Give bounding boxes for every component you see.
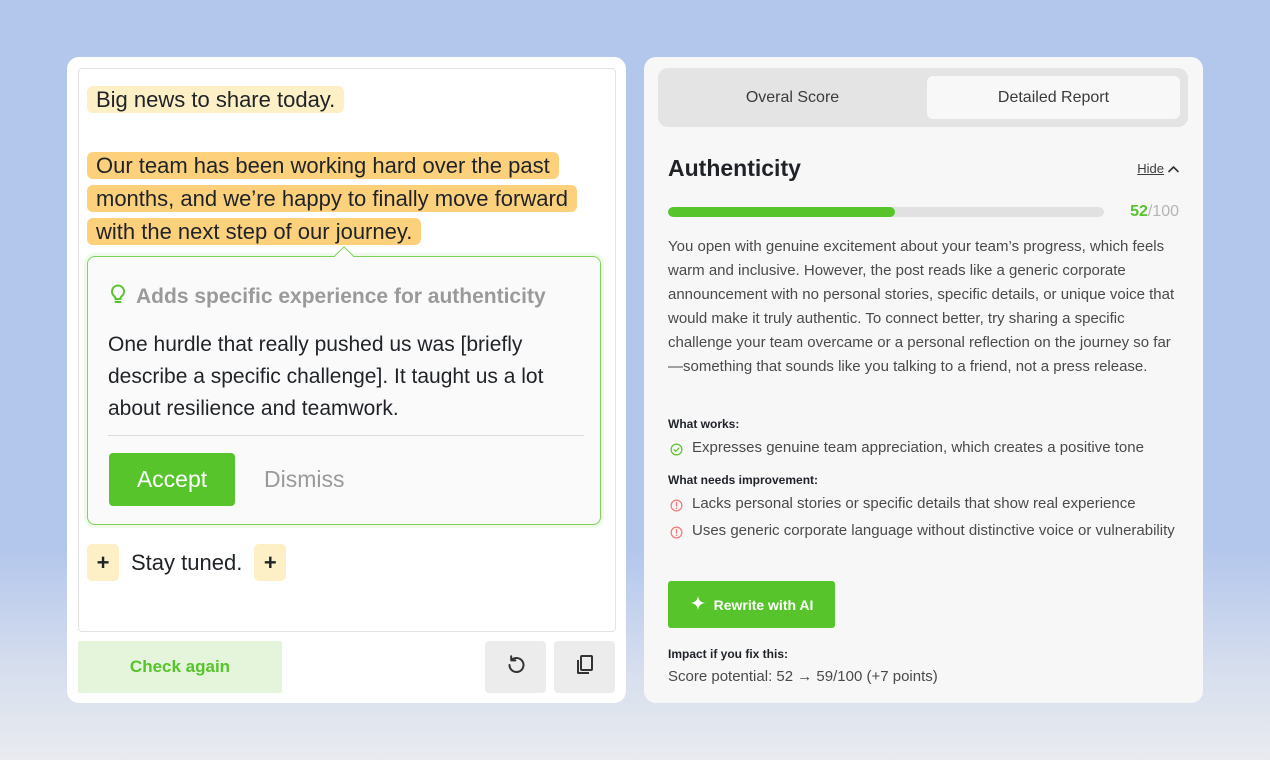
report-description: You open with genuine excitement about y…: [668, 238, 1175, 375]
tab-overall-score[interactable]: Overal Score: [666, 76, 919, 119]
alert-circle-icon: [670, 519, 684, 546]
what-works-heading: What works:: [668, 417, 740, 431]
improvement-item-text: Uses generic corporate language without …: [692, 522, 1175, 539]
score-progress-bar: [668, 207, 1104, 217]
improvement-item-text: Lacks personal stories or specific detai…: [692, 495, 1136, 512]
suggestion-popover: Adds specific experience for authenticit…: [87, 246, 601, 525]
suggestion-divider: [108, 435, 584, 436]
lightbulb-icon: [108, 283, 128, 310]
suggestion-title: Adds specific experience for authenticit…: [136, 284, 546, 308]
improvement-item: Lacks personal stories or specific detai…: [670, 492, 1180, 519]
rewrite-with-ai-button[interactable]: Rewrite with AI: [668, 581, 835, 628]
accept-button[interactable]: Accept: [109, 453, 235, 506]
suggestion-text: One hurdle that really pushed us was [br…: [108, 333, 544, 420]
hide-label: Hide: [1137, 161, 1164, 176]
closing-text[interactable]: Stay tuned.: [129, 550, 244, 576]
works-item: Expresses genuine team appreciation, whi…: [670, 436, 1180, 463]
sparkle-icon: [690, 595, 706, 614]
needs-improvement-heading: What needs improvement:: [668, 473, 819, 487]
closing-line: + Stay tuned. +: [87, 544, 287, 581]
check-again-button[interactable]: Check again: [78, 641, 282, 693]
paragraph-intro[interactable]: Big news to share today.: [87, 83, 607, 116]
score-max: /100: [1147, 203, 1179, 220]
undo-icon: [504, 653, 528, 682]
check-circle-icon: [670, 436, 684, 463]
editor-card: Big news to share today. Our team has be…: [67, 57, 626, 703]
copy-button[interactable]: [554, 641, 615, 693]
chevron-up-icon: [1168, 161, 1179, 176]
copy-icon: [573, 653, 597, 682]
rewrite-label: Rewrite with AI: [713, 596, 814, 613]
insert-before-button[interactable]: +: [87, 544, 119, 581]
tab-detailed-report[interactable]: Detailed Report: [927, 76, 1180, 119]
impact-heading: Impact if you fix this:: [668, 647, 789, 661]
score-progress-fill: [668, 207, 895, 217]
highlight-intro[interactable]: Big news to share today.: [87, 86, 345, 113]
hide-link[interactable]: Hide: [1137, 161, 1179, 176]
improvement-item: Uses generic corporate language without …: [670, 519, 1180, 546]
report-tabs: Overal Score Detailed Report: [658, 68, 1188, 127]
score-readout: 52/100: [1130, 203, 1179, 221]
insert-after-button[interactable]: +: [254, 544, 287, 581]
section-title: Authenticity: [668, 155, 801, 181]
impact-text: Score potential: 52 → 59/100 (+7 points): [668, 668, 938, 685]
score-value: 52: [1130, 203, 1148, 220]
popover-arrow: [334, 246, 354, 266]
suggestion-header: Adds specific experience for authenticit…: [108, 283, 546, 310]
highlight-body-selected[interactable]: Our team has been working hard over the …: [87, 152, 578, 245]
undo-button[interactable]: [485, 641, 546, 693]
works-item-text: Expresses genuine team appreciation, whi…: [692, 439, 1144, 456]
text-editor[interactable]: Big news to share today. Our team has be…: [78, 68, 616, 632]
paragraph-body[interactable]: Our team has been working hard over the …: [87, 149, 607, 248]
dismiss-button[interactable]: Dismiss: [264, 453, 345, 506]
report-card: Overal Score Detailed Report Authenticit…: [644, 57, 1203, 703]
alert-circle-icon: [670, 492, 684, 519]
